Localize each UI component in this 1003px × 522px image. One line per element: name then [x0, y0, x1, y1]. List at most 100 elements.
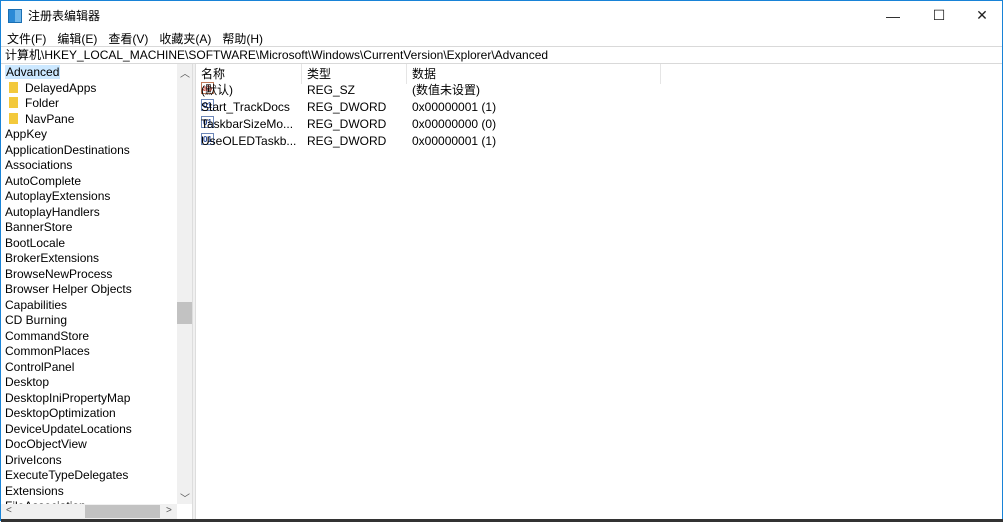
close-button[interactable]: ✕	[959, 1, 1003, 30]
horizontal-scroll-thumb[interactable]	[85, 505, 160, 518]
tree-item-label: Advanced	[5, 65, 61, 79]
tree-item[interactable]: Extensions	[5, 484, 64, 499]
window-title: 注册表编辑器	[28, 9, 101, 23]
tree-item[interactable]: ControlPanel	[5, 360, 74, 375]
tree-item-label: Browser Helper Objects	[5, 282, 132, 296]
value-name-text: UseOLEDTaskb...	[201, 134, 297, 148]
tree-horizontal-scrollbar[interactable]: < >	[1, 504, 177, 519]
scroll-down-icon[interactable]: ﹀	[180, 490, 190, 505]
value-row[interactable]: ab (默认) REG_SZ (数值未设置)	[196, 82, 662, 99]
tree-item[interactable]: ApplicationDestinations	[5, 143, 130, 158]
column-type-header[interactable]: 类型	[307, 64, 407, 84]
value-type: REG_DWORD	[307, 100, 387, 114]
value-data: 0x00000001 (1)	[412, 100, 497, 114]
tree-item-label: Extensions	[5, 483, 64, 498]
value-data: 0x00000001 (1)	[412, 134, 497, 148]
tree-item[interactable]: DocObjectView	[5, 437, 87, 452]
tree-item[interactable]: DriveIcons	[5, 453, 62, 468]
menu-file[interactable]: 文件(F)	[1, 30, 51, 47]
tree-item-label: BrowseNewProcess	[5, 266, 113, 281]
column-data-header[interactable]: 数据	[412, 64, 661, 84]
list-header: 名称 类型 数据	[196, 64, 662, 84]
tree-item[interactable]: AutoplayHandlers	[5, 205, 100, 220]
tree-item[interactable]: BootLocale	[5, 236, 65, 251]
tree-item-label: CD Burning	[5, 313, 68, 327]
menu-edit[interactable]: 编辑(E)	[51, 30, 102, 47]
tree-item[interactable]: AutoComplete	[5, 174, 81, 189]
tree-item[interactable]: ExecuteTypeDelegates	[5, 468, 128, 483]
menu-bar: 文件(F) 编辑(E) 查看(V) 收藏夹(A) 帮助(H)	[1, 30, 1002, 46]
tree-item-label: AutoplayExtensions	[5, 189, 111, 203]
tree-item[interactable]: Folder	[9, 96, 59, 111]
tree-item[interactable]: DelayedApps	[9, 80, 97, 96]
tree-item[interactable]: CommonPlaces	[5, 344, 90, 359]
menu-view[interactable]: 查看(V)	[102, 30, 153, 47]
tree-item-label: ExecuteTypeDelegates	[5, 468, 129, 482]
tree-item-label: DriveIcons	[5, 452, 62, 467]
tree-item-label: NavPane	[25, 111, 75, 126]
value-data: (数值未设置)	[412, 83, 480, 97]
tree-item[interactable]: CD Burning	[5, 313, 67, 328]
value-name-text: (默认)	[201, 83, 233, 97]
address-bar[interactable]: 计算机\HKEY_LOCAL_MACHINE\SOFTWARE\Microsof…	[1, 46, 1002, 64]
tree-item-label: ApplicationDestinations	[5, 142, 130, 157]
tree-item-label: DocObjectView	[5, 437, 87, 451]
tree-item-label: CommonPlaces	[5, 344, 90, 358]
tree-item[interactable]: BannerStore	[5, 220, 72, 235]
value-data: 0x00000000 (0)	[412, 117, 497, 131]
value-row[interactable]: 01 Start_TrackDocs REG_DWORD 0x00000001 (…	[196, 99, 662, 116]
tree-item[interactable]: NavPane	[9, 111, 75, 127]
tree-item-label: BrokerExtensions	[5, 251, 100, 265]
tree-item-selected[interactable]: Advanced	[5, 65, 61, 80]
minimize-button[interactable]: —	[870, 1, 916, 30]
value-row[interactable]: 01 TaskbarSizeMo... REG_DWORD 0x00000000 …	[196, 116, 662, 133]
scroll-up-icon[interactable]: ︿	[180, 65, 190, 80]
value-type: REG_DWORD	[307, 117, 387, 131]
tree-item-label: AppKey	[5, 127, 48, 141]
folder-icon	[9, 112, 18, 124]
tree-item-label: DeviceUpdateLocations	[5, 421, 132, 436]
tree-item-label: BannerStore	[5, 220, 73, 234]
tree-item-label: DesktopOptimization	[5, 406, 116, 420]
tree-item[interactable]: CommandStore	[5, 329, 89, 344]
tree-item-label: AutoplayHandlers	[5, 204, 100, 219]
tree-item[interactable]: DeviceUpdateLocations	[5, 422, 132, 437]
maximize-button[interactable]: ☐	[916, 1, 962, 30]
folder-icon	[9, 81, 18, 93]
scroll-left-icon[interactable]: <	[6, 505, 12, 516]
key-tree: Advanced DelayedApps Folder NavPane AppKey Ap…	[1, 64, 192, 520]
title-bar: 注册表编辑器 — ☐ ✕	[1, 1, 1002, 30]
tree-item-label: Capabilities	[5, 297, 68, 312]
tree-item-label: AutoComplete	[5, 173, 82, 188]
tree-vertical-scrollbar[interactable]: ︿ ﹀	[177, 64, 192, 505]
value-name-text: Start_TrackDocs	[201, 100, 290, 114]
tree-item[interactable]: Associations	[5, 158, 72, 173]
tree-item-label: BootLocale	[5, 235, 66, 250]
menu-help[interactable]: 帮助(H)	[216, 30, 268, 47]
tree-item-label: ControlPanel	[5, 359, 75, 374]
regedit-app-icon	[8, 8, 22, 23]
tree-item-label: DesktopIniPropertyMap	[5, 390, 131, 405]
tree-item-label: DelayedApps	[25, 80, 97, 95]
tree-item[interactable]: BrowseNewProcess	[5, 267, 112, 282]
value-type: REG_SZ	[307, 83, 356, 97]
tree-item[interactable]: Capabilities	[5, 298, 67, 313]
value-name-text: TaskbarSizeMo...	[201, 117, 294, 131]
folder-icon	[9, 97, 18, 108]
tree-item-label: CommandStore	[5, 328, 90, 343]
tree-item-label: Desktop	[5, 375, 50, 389]
column-name-header[interactable]: 名称	[201, 64, 302, 84]
tree-item[interactable]: BrokerExtensions	[5, 251, 99, 266]
values-list: 名称 类型 数据 ab (默认) REG_SZ (数值未设置) 01 Start_Tr…	[196, 64, 1002, 520]
tree-item-label: Associations	[5, 158, 73, 172]
tree-item[interactable]: DesktopIniPropertyMap	[5, 391, 130, 406]
tree-item[interactable]: Desktop	[5, 375, 49, 390]
tree-item[interactable]: DesktopOptimization	[5, 406, 116, 421]
vertical-scroll-thumb[interactable]	[177, 302, 192, 324]
tree-item[interactable]: AppKey	[5, 127, 47, 142]
menu-favorites[interactable]: 收藏夹(A)	[153, 30, 216, 47]
scroll-right-icon[interactable]: >	[166, 505, 172, 516]
value-row[interactable]: 01 UseOLEDTaskb... REG_DWORD 0x00000001 (…	[196, 133, 662, 150]
tree-item[interactable]: AutoplayExtensions	[5, 189, 110, 204]
tree-item[interactable]: Browser Helper Objects	[5, 282, 132, 297]
